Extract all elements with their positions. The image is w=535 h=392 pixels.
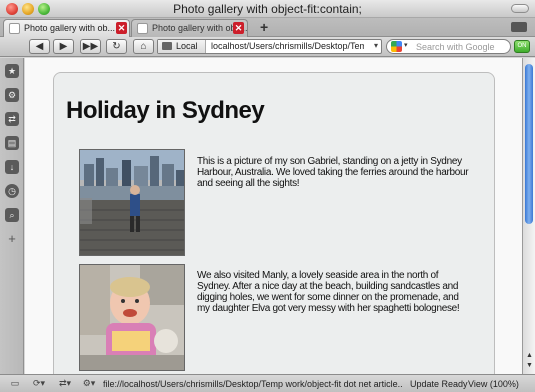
notes-icon[interactable]: ▤ <box>5 136 19 150</box>
back-button[interactable]: ◀ <box>29 39 50 54</box>
close-tab-icon[interactable]: ✕ <box>116 22 127 34</box>
tab-active[interactable]: Photo gallery with ob... ✕ <box>3 19 130 37</box>
tab-label: Photo gallery with ob... <box>24 23 116 33</box>
vertical-scrollbar[interactable]: ▲ ▼ <box>522 58 535 374</box>
page-icon <box>137 23 148 34</box>
tab-bar: Photo gallery with ob... ✕ Photo gallery… <box>0 18 535 37</box>
history-icon[interactable]: ◷ <box>5 184 19 198</box>
search-placeholder: Search with Google <box>416 42 495 52</box>
downloads-icon[interactable]: ↓ <box>5 160 19 174</box>
fast-forward-button[interactable]: ▶▶ <box>80 39 101 54</box>
forward-button[interactable]: ▶ <box>53 39 74 54</box>
toolbar-toggle-button[interactable] <box>511 4 529 13</box>
monitor-icon <box>162 42 172 50</box>
site-label: Local <box>176 41 198 51</box>
google-icon[interactable] <box>391 41 402 52</box>
home-button[interactable]: ⌂ <box>133 39 154 54</box>
title-bar: Photo gallery with object-fit:contain; <box>0 0 535 18</box>
photo-caption: This is a picture of my son Gabriel, sta… <box>197 156 469 189</box>
search-icon[interactable]: ⌕ <box>5 208 19 222</box>
tab-list-button[interactable] <box>511 22 527 32</box>
share-icon[interactable]: ⇄ <box>5 112 19 126</box>
status-url: file://localhost/Users/chrismills/Deskto… <box>103 379 403 389</box>
page-title: Holiday in Sydney <box>66 97 265 124</box>
page-icon <box>9 23 20 34</box>
photo-caption: We also visited Manly, a lovely seaside … <box>197 270 460 314</box>
history-dropdown-icon[interactable]: ▾ <box>374 41 378 50</box>
update-status[interactable]: Update Ready <box>410 379 468 389</box>
window-title: Photo gallery with object-fit:contain; <box>173 2 362 16</box>
tab-inactive[interactable]: Photo gallery with obje... ✕ <box>131 19 248 37</box>
network-icon[interactable]: ⇄▾ <box>56 378 74 389</box>
chevron-down-icon[interactable]: ▾ <box>404 41 408 49</box>
photo-manly <box>79 264 185 371</box>
gallery-card: Holiday in Sydney This is a picture of m… <box>53 72 495 374</box>
scrollbar-thumb[interactable] <box>525 64 533 224</box>
new-tab-button[interactable]: + <box>260 19 268 35</box>
bookmarks-icon[interactable]: ★ <box>5 64 19 78</box>
site-info-button[interactable]: Local <box>158 40 206 53</box>
addon-button[interactable]: ON <box>514 40 530 53</box>
page-viewport: Holiday in Sydney This is a picture of m… <box>25 58 522 374</box>
sync-icon[interactable]: ⟳▾ <box>30 378 48 389</box>
photo-harbour <box>79 149 185 256</box>
zoom-view-button[interactable]: View (100%) <box>468 379 535 389</box>
scroll-down-icon[interactable]: ▼ <box>524 362 535 372</box>
navigation-toolbar: ◀ ▶ ▶▶ ↻ ⌂ Local localhost/Users/chrismi… <box>0 37 535 57</box>
add-panel-icon[interactable]: + <box>5 232 19 246</box>
status-bar: ▭ ⟳▾ ⇄▾ ⚙▾ file://localhost/Users/chrism… <box>0 374 535 392</box>
dinner-photo-image <box>80 265 184 370</box>
sidebar: ★ ⚙ ⇄ ▤ ↓ ◷ ⌕ + <box>0 58 24 374</box>
scroll-up-icon[interactable]: ▲ <box>524 352 535 362</box>
reload-button[interactable]: ↻ <box>106 39 127 54</box>
url-input[interactable]: localhost/Users/chrismills/Desktop/Temp <box>211 41 364 51</box>
search-input[interactable]: ▾ Search with Google <box>386 39 511 54</box>
harbour-photo-image <box>80 150 184 255</box>
address-bar[interactable]: Local localhost/Users/chrismills/Desktop… <box>157 39 382 54</box>
settings-icon[interactable]: ⚙▾ <box>80 378 98 389</box>
panel-toggle-icon[interactable]: ▭ <box>6 378 24 389</box>
settings-icon[interactable]: ⚙ <box>5 88 19 102</box>
close-tab-icon[interactable]: ✕ <box>233 22 244 34</box>
